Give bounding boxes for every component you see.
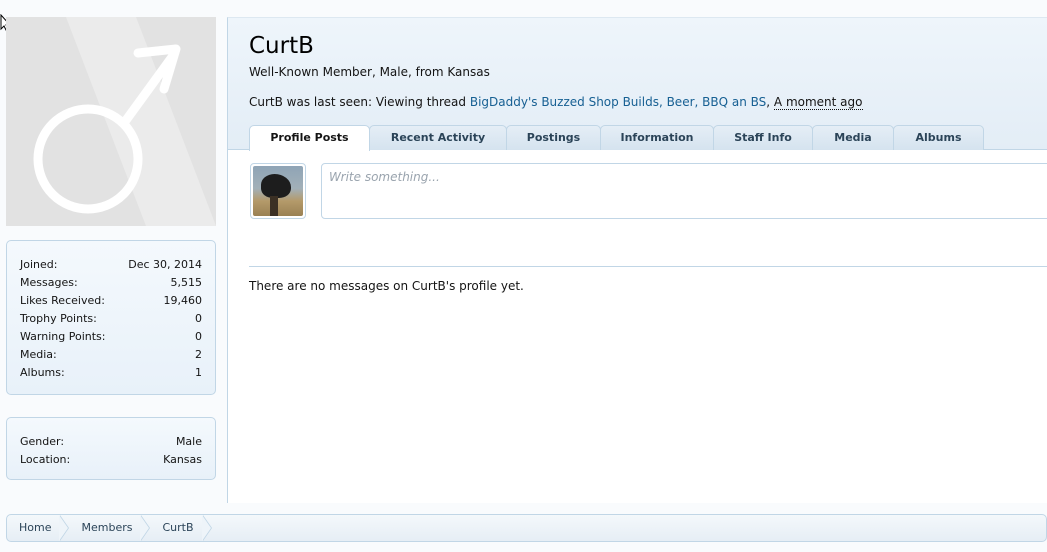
stat-value: 19,460: [163, 294, 203, 307]
stat-row: Gender: Male: [20, 433, 202, 451]
stat-label: Joined:: [20, 258, 58, 271]
tab-postings[interactable]: Postings: [506, 125, 601, 150]
profile-main: CurtB Well-Known Member, Male, from Kans…: [227, 17, 1047, 503]
stat-value: 0: [195, 312, 202, 325]
stat-row: Media: 2: [20, 346, 202, 364]
last-seen-prefix: CurtB was last seen: Viewing thread: [249, 95, 470, 109]
last-seen-thread-link[interactable]: BigDaddy's Buzzed Shop Builds, Beer, BBQ…: [470, 95, 766, 109]
tab-information[interactable]: Information: [600, 125, 714, 150]
stat-label: Albums:: [20, 366, 65, 379]
last-seen-separator: ,: [766, 95, 774, 109]
stat-label: Warning Points:: [20, 330, 106, 343]
stat-row: Likes Received: 19,460: [20, 292, 202, 310]
tab-profile-posts[interactable]: Profile Posts: [249, 125, 370, 151]
stat-value: 0: [195, 330, 202, 343]
male-symbol-icon: [33, 17, 216, 226]
breadcrumb-item-members[interactable]: Members: [69, 515, 151, 541]
poster-avatar[interactable]: [250, 163, 306, 219]
stat-label: Messages:: [20, 276, 78, 289]
stat-label: Gender:: [20, 435, 65, 448]
stat-value: 1: [195, 366, 202, 379]
tab-recent-activity[interactable]: Recent Activity: [369, 125, 507, 150]
stat-row: Warning Points: 0: [20, 328, 202, 346]
stat-row: Messages: 5,515: [20, 274, 202, 292]
empty-messages-text: There are no messages on CurtB's profile…: [249, 279, 524, 293]
breadcrumb-item-home[interactable]: Home: [7, 515, 70, 541]
stat-label: Location:: [20, 453, 71, 466]
stat-row: Joined: Dec 30, 2014: [20, 256, 202, 274]
stat-value: Kansas: [163, 453, 202, 466]
last-seen-time: A moment ago: [773, 95, 863, 110]
stat-row: Albums: 1: [20, 364, 202, 382]
user-avatar[interactable]: [6, 17, 216, 226]
member-stats: Joined: Dec 30, 2014 Messages: 5,515 Likes R…: [6, 240, 216, 395]
stat-label: Likes Received:: [20, 294, 105, 307]
stat-value: 5,515: [170, 276, 203, 289]
stat-row: Location: Kansas: [20, 451, 202, 469]
status-input[interactable]: Write something...: [321, 163, 1047, 219]
user-title: Well-Known Member, Male, from Kansas: [249, 65, 490, 79]
stat-label: Trophy Points:: [20, 312, 97, 325]
breadcrumb-item-curtb[interactable]: CurtB: [150, 515, 212, 541]
tab-albums[interactable]: Albums: [893, 125, 984, 150]
tab-media[interactable]: Media: [812, 125, 894, 150]
stat-value: Dec 30, 2014: [128, 258, 202, 271]
tab-staff-info[interactable]: Staff Info: [713, 125, 813, 150]
member-info: Gender: Male Location: Kansas: [6, 417, 216, 480]
breadcrumb: Home Members CurtB: [6, 514, 1047, 542]
profile-tabs: Profile Posts Recent Activity Postings Info…: [249, 125, 984, 151]
messages-divider: [249, 266, 1047, 267]
stat-row: Trophy Points: 0: [20, 310, 202, 328]
stat-label: Media:: [20, 348, 57, 361]
stat-value: Male: [175, 435, 202, 448]
last-seen: CurtB was last seen: Viewing thread BigD…: [249, 95, 863, 110]
stat-value: 2: [195, 348, 202, 361]
page-title: CurtB: [249, 33, 314, 59]
